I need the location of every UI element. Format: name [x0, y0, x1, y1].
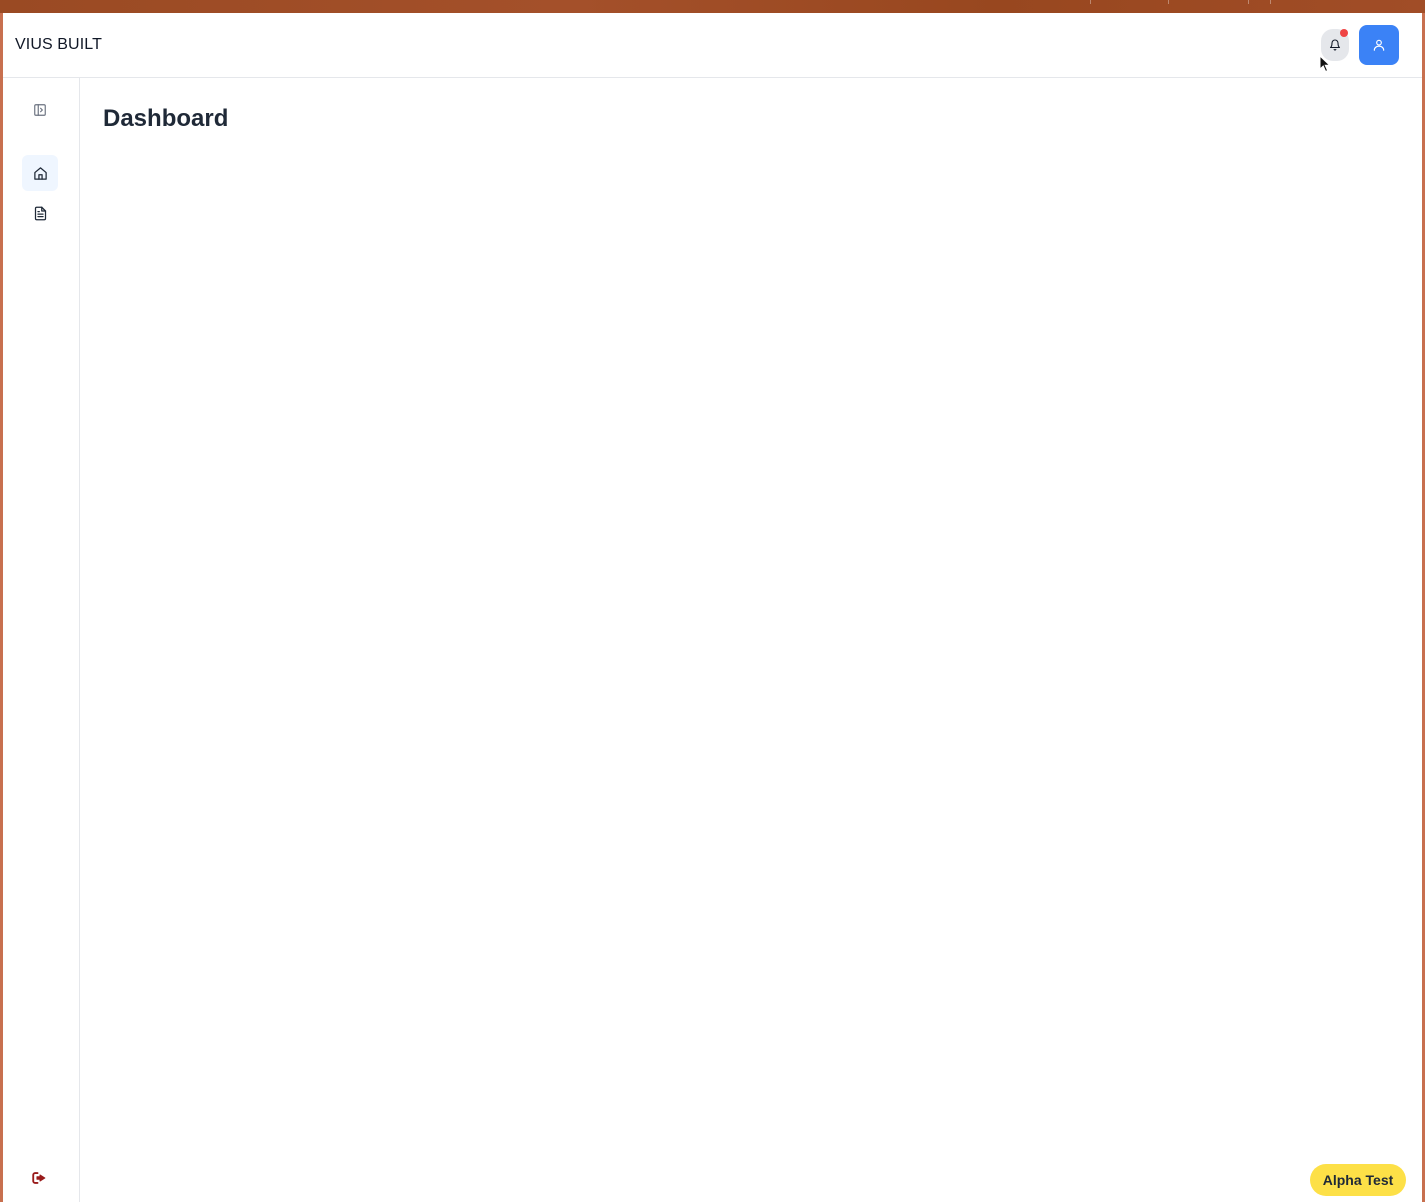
sidebar-toggle-icon — [34, 104, 46, 116]
menu-bar-separator — [1270, 0, 1271, 4]
sidebar — [3, 78, 80, 1202]
user-profile-button[interactable] — [1359, 25, 1399, 65]
desktop-menu-bar — [0, 0, 1425, 13]
menu-bar-separator — [1090, 0, 1091, 4]
user-icon — [1373, 39, 1385, 51]
menu-bar-separator — [1168, 0, 1169, 4]
brand-name: VIUS BUILT — [15, 36, 102, 53]
top-header: VIUS BUILT — [3, 13, 1422, 78]
main-content: Dashboard — [81, 78, 1422, 1202]
document-icon — [34, 206, 46, 220]
menu-bar-separator — [1248, 0, 1249, 4]
logout-icon — [32, 1172, 46, 1184]
alpha-test-badge: Alpha Test — [1310, 1164, 1406, 1196]
sidebar-toggle-button[interactable] — [22, 92, 58, 128]
home-icon — [33, 166, 47, 180]
mouse-cursor-icon — [1319, 55, 1331, 73]
page-title: Dashboard — [103, 105, 229, 132]
logout-button[interactable] — [22, 1160, 58, 1196]
bell-icon — [1329, 39, 1341, 51]
sidebar-item-home[interactable] — [22, 155, 58, 191]
sidebar-item-documents[interactable] — [22, 195, 58, 231]
notification-badge — [1340, 29, 1348, 37]
app-window: VIUS BUILT Dashboard Alpha Test — [3, 13, 1422, 1202]
